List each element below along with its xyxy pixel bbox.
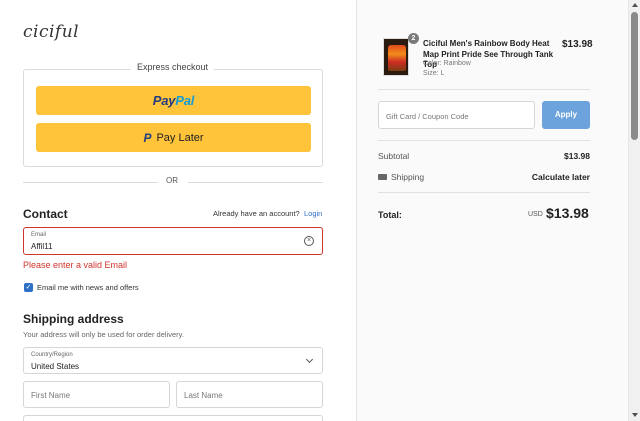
quantity-badge: 2 — [408, 33, 419, 44]
login-link[interactable]: Login — [304, 209, 322, 218]
scrollbar-thumb[interactable] — [631, 12, 638, 140]
summary-divider — [378, 192, 590, 193]
newsletter-checkbox[interactable]: ✓ — [24, 283, 33, 292]
product-thumbnail — [383, 38, 409, 76]
first-name-placeholder: First Name — [31, 391, 71, 400]
shipping-row-label: Shipping — [378, 172, 424, 182]
paypal-pay-later-button[interactable]: P Pay Later — [36, 123, 311, 152]
summary-divider — [378, 89, 590, 90]
paypal-logo: PayPal — [152, 93, 195, 108]
email-field[interactable]: Email Affil11 × — [23, 227, 323, 255]
last-name-input[interactable]: Last Name — [176, 381, 323, 408]
coupon-input[interactable]: Gift Card / Coupon Code — [378, 101, 535, 129]
total-value: $13.98 — [546, 205, 589, 221]
apply-button[interactable]: Apply — [542, 101, 590, 129]
first-name-input[interactable]: First Name — [23, 381, 170, 408]
newsletter-label[interactable]: Email me with news and offers — [37, 283, 139, 292]
product-price: $13.98 — [562, 39, 593, 50]
clear-icon[interactable]: × — [304, 236, 314, 246]
address-input[interactable] — [23, 415, 323, 421]
express-checkout-box — [23, 69, 323, 167]
paypal-button[interactable]: PayPal — [36, 86, 311, 115]
pay-later-label: Pay Later — [156, 131, 204, 144]
country-label: Country/Region — [31, 352, 73, 358]
brand-logo[interactable]: ciciful — [23, 22, 79, 42]
scroll-up-icon[interactable] — [632, 3, 638, 7]
chevron-down-icon — [305, 355, 314, 364]
country-select[interactable]: Country/Region United States — [23, 347, 323, 374]
product-color: Color: Rainbow — [423, 60, 471, 67]
contact-heading: Contact — [23, 207, 68, 221]
shipping-subtitle: Your address will only be used for order… — [23, 330, 184, 339]
summary-divider — [378, 140, 590, 141]
subtotal-value: $13.98 — [564, 151, 590, 161]
express-checkout-title: Express checkout — [131, 62, 215, 72]
email-label: Email — [31, 232, 47, 238]
country-value: United States — [31, 362, 80, 371]
coupon-placeholder: Gift Card / Coupon Code — [386, 112, 469, 121]
subtotal-label: Subtotal — [378, 151, 410, 161]
or-divider: OR — [23, 176, 323, 188]
account-question: Already have an account? — [213, 209, 300, 218]
total-label: Total: — [378, 210, 402, 220]
last-name-placeholder: Last Name — [184, 391, 223, 400]
shipping-value: Calculate later — [531, 172, 590, 182]
shipping-heading: Shipping address — [23, 312, 124, 326]
truck-icon — [378, 174, 387, 180]
paypal-icon: P — [143, 130, 152, 145]
email-error-message: Please enter a valid Email — [23, 260, 128, 270]
total-currency: USD — [528, 211, 543, 218]
email-value[interactable]: Affil11 — [31, 242, 53, 251]
or-text: OR — [166, 176, 178, 185]
product-size: Size: L — [423, 70, 445, 77]
page-scrollbar[interactable] — [628, 0, 640, 421]
scroll-down-icon[interactable] — [632, 413, 638, 417]
